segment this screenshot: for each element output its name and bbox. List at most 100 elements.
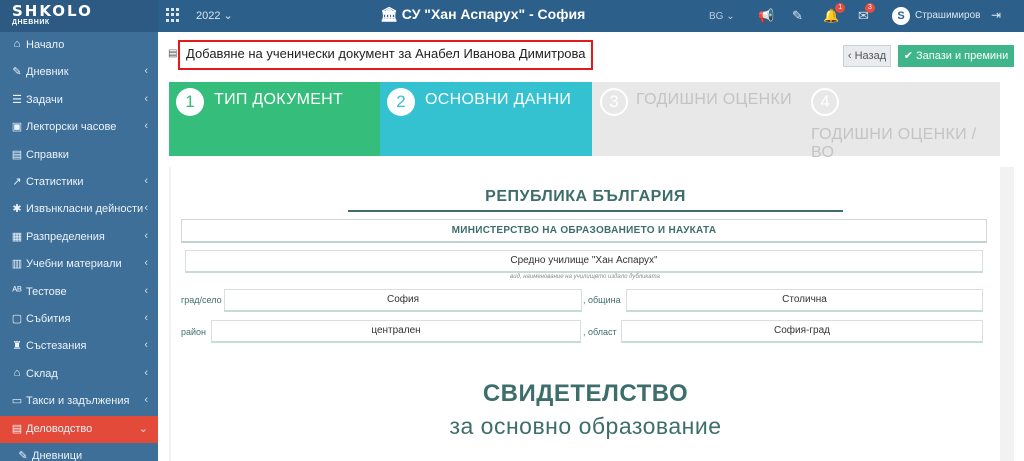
chevron-left-icon: ‹ <box>847 50 852 62</box>
trophy-icon: ♜ <box>12 340 22 353</box>
sidebar-item-label: Дневник <box>26 66 69 79</box>
logo[interactable]: SHKOLO ДНЕВНИК <box>0 0 158 32</box>
sidebar-item-label: Разпределения <box>26 230 105 243</box>
school-building-icon: 🏛 <box>380 6 398 22</box>
sidebar-item-label: Тестове <box>26 285 67 298</box>
sidebar-item-label: Начало <box>26 39 65 51</box>
chevron-left-icon: ‹ <box>144 366 148 379</box>
district-field[interactable]: централен <box>211 320 581 343</box>
municipality-field[interactable]: Столична <box>626 289 983 312</box>
sidebar-item[interactable]: ▭ Такси и задължения ‹ <box>0 388 158 415</box>
sidebar-item-label: Извънкласни дейности <box>26 203 144 216</box>
check-icon: ✔ <box>903 50 913 62</box>
chevron-down-icon: ⌄ <box>138 422 148 435</box>
megaphone-icon[interactable]: 📢 <box>758 8 774 24</box>
sidebar-item-label: Дневници <box>32 450 83 461</box>
language-selector[interactable]: BG ⌄ <box>709 11 735 22</box>
sidebar-item[interactable]: ▤ Деловодство ⌄ <box>0 415 158 443</box>
sidebar-item[interactable]: ⌂ Склад ‹ <box>0 361 158 388</box>
wizard-step-1[interactable]: 1 ТИП ДОКУМЕНТ <box>169 82 380 156</box>
chevron-left-icon: ‹ <box>144 202 148 215</box>
certificate-subtitle: за основно образование <box>449 413 722 439</box>
document-sheet: РЕПУБЛИКА БЪЛГАРИЯ МИНИСТЕРСТВО НА ОБРАЗ… <box>171 167 1000 461</box>
sidebar-item-label: Такси и задължения <box>26 395 130 408</box>
chevron-left-icon: ‹ <box>144 120 148 133</box>
sidebar-item-label: Деловодство <box>26 422 93 435</box>
records-icon: ▤ <box>11 422 23 435</box>
sidebar-item[interactable]: ↗ Статистики ‹ <box>0 169 158 196</box>
ministry-field: МИНИСТЕРСТВО НА ОБРАЗОВАНИЕТО И НАУКАТА <box>181 219 987 243</box>
sidebar-item[interactable]: ▤ Справки <box>0 142 158 169</box>
school-name-field[interactable]: Средно училище "Хан Аспарух" <box>185 250 983 273</box>
sidebar-item[interactable]: ♜ Състезания ‹ <box>0 333 158 360</box>
certificate-title: СВИДЕТЕЛСТВО <box>482 380 689 407</box>
wizard-step-3-4: 3 ГОДИШНИ ОЦЕНКИ 4 ГОДИШНИ ОЦЕНКИ / ВО <box>592 82 1000 161</box>
sidebar: ⌂ Начало ✎ Дневник ‹ ☰ Задачи ‹ ▣ Лекторски часов… <box>0 32 158 461</box>
back-label: Назад <box>854 50 887 62</box>
tasks-icon[interactable]: 🔔 1 <box>823 3 846 24</box>
chevron-left-icon: ‹ <box>144 312 148 324</box>
main-content: ▤ Добавяне на ученически документ за Ана… <box>158 32 1024 461</box>
sidebar-item[interactable]: ⌂ Начало <box>0 32 158 59</box>
sidebar-item[interactable]: ▣ Лекторски часове ‹ <box>0 114 158 141</box>
sidebar-item[interactable]: ☰ Задачи ‹ <box>0 87 158 114</box>
step-label: ГОДИШНИ ОЦЕНКИ / ВО <box>811 126 977 161</box>
apps-grid-icon[interactable] <box>166 8 180 22</box>
warehouse-icon: ⌂ <box>13 366 21 379</box>
calendar-icon: ▢ <box>11 313 23 325</box>
journal-icon: ✎ <box>18 450 28 461</box>
school-name-hint: вид, наименование на училището издало ду… <box>510 274 660 280</box>
step-label: ГОДИШНИ ОЦЕНКИ <box>636 91 792 108</box>
user-name[interactable]: Страшимиров <box>915 10 980 21</box>
step-number: 1 <box>176 88 204 116</box>
tasks-badge: 1 <box>835 3 846 13</box>
edit-icon[interactable]: ✎ <box>792 8 803 24</box>
envelope-icon[interactable]: ✉ 3 <box>858 3 875 24</box>
wizard-step-2[interactable]: 2 ОСНОВНИ ДАННИ <box>380 82 592 156</box>
chevron-left-icon: ‹ <box>144 339 148 352</box>
region-label: , област <box>583 327 617 337</box>
top-bar: SHKOLO ДНЕВНИК 2022 ⌄ 🏛 СУ "Хан Аспарух" … <box>0 0 1024 32</box>
republic-heading: РЕПУБЛИКА БЪЛГАРИЯ <box>485 188 686 205</box>
running-icon: ✱ <box>12 203 22 216</box>
sidebar-item-label: Склад <box>26 367 58 380</box>
sidebar-item-label: Справки <box>26 148 69 161</box>
sidebar-item[interactable]: ✎ Дневници <box>0 443 158 461</box>
year-selector[interactable]: 2022 ⌄ <box>196 9 233 22</box>
test-icon: ᴬᴮ <box>12 284 22 297</box>
sidebar-item[interactable]: ᴬᴮ Тестове ‹ <box>0 279 158 306</box>
city-label: град/село <box>181 295 222 305</box>
chevron-left-icon: ‹ <box>144 175 148 187</box>
logout-icon[interactable]: ⇥ <box>991 8 1001 22</box>
chevron-left-icon: ‹ <box>144 284 148 297</box>
avatar[interactable]: S <box>892 7 910 25</box>
sidebar-item-label: Лекторски часове <box>26 121 117 134</box>
chevron-left-icon: ‹ <box>144 257 148 270</box>
messages-badge: 3 <box>865 3 875 13</box>
chevron-left-icon: ‹ <box>144 394 148 407</box>
sidebar-item-label: Задачи <box>26 93 63 106</box>
save-and-continue-button[interactable]: ✔ Запази и премини <box>898 45 1014 67</box>
year-value: 2022 <box>196 10 221 22</box>
school-name: 🏛 СУ "Хан Аспарух" - София <box>380 6 585 23</box>
chevron-left-icon: ‹ <box>144 65 148 78</box>
city-field[interactable]: София <box>224 289 582 312</box>
sidebar-item[interactable]: ▥ Учебни материали ‹ <box>0 251 158 278</box>
sidebar-item[interactable]: ✎ Дневник ‹ <box>0 59 158 86</box>
logo-subtitle: ДНЕВНИК <box>12 19 50 26</box>
municipality-label: , община <box>583 295 621 305</box>
sidebar-item[interactable]: ▦ Разпределения ‹ <box>0 224 158 251</box>
chart-icon: ↗ <box>12 176 22 188</box>
sidebar-item-label: Събития <box>26 313 71 325</box>
school-name-text: СУ "Хан Аспарух" - София <box>401 6 586 22</box>
chevron-down-icon: ⌄ <box>726 11 735 22</box>
wizard-steps: 1 ТИП ДОКУМЕНТ 2 ОСНОВНИ ДАННИ 3 ГОДИШНИ… <box>169 82 1000 161</box>
back-button[interactable]: ‹ Назад <box>843 45 891 67</box>
sidebar-item[interactable]: ✱ Извънкласни дейности ‹ <box>0 196 158 223</box>
sidebar-item-label: Статистики <box>26 176 84 188</box>
sidebar-item[interactable]: ▢ Събития ‹ <box>0 306 158 333</box>
chevron-down-icon: ⌄ <box>223 10 233 22</box>
step-number: 2 <box>387 88 415 116</box>
logo-text: SHKOLO <box>12 2 93 20</box>
region-field[interactable]: София-град <box>621 320 983 343</box>
